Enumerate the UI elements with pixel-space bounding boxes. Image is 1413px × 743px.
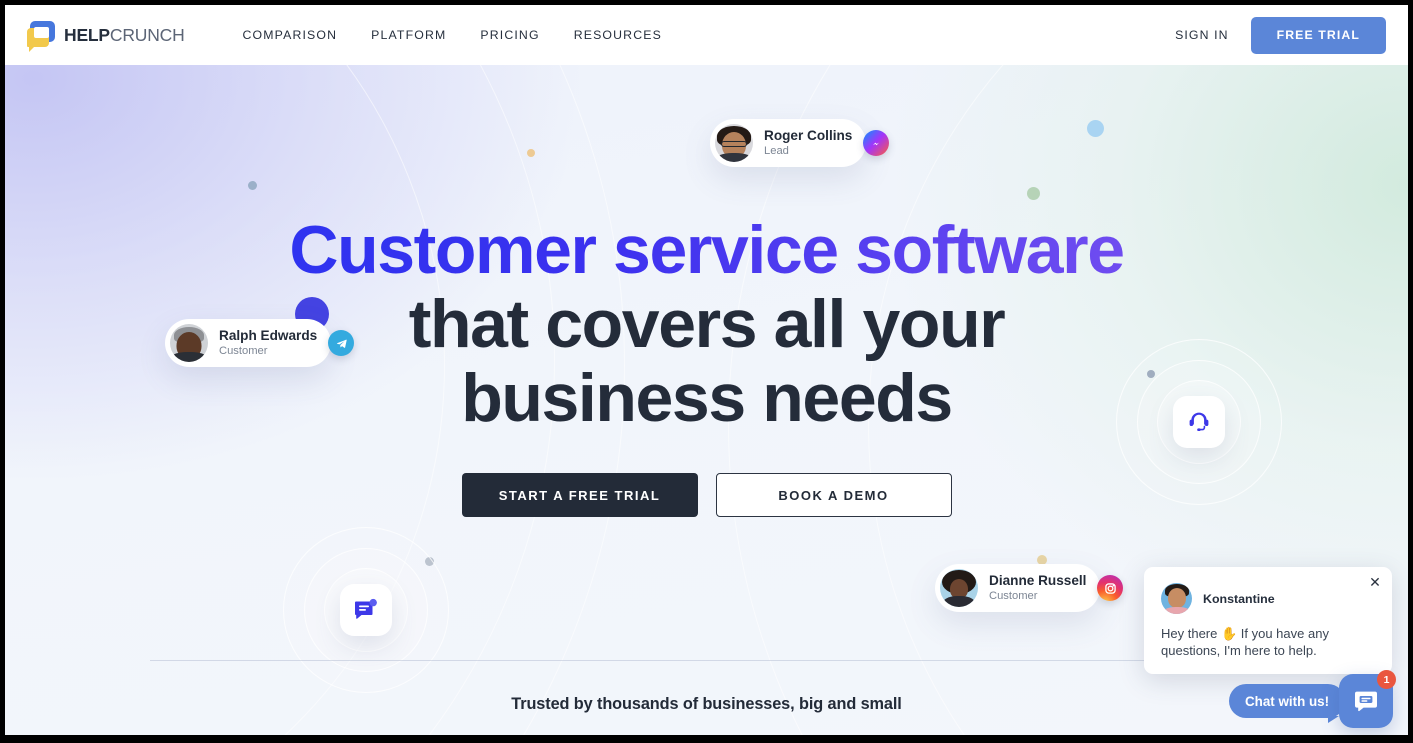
person-role: Customer bbox=[219, 345, 268, 357]
decorative-dot bbox=[1027, 187, 1040, 200]
messenger-icon bbox=[863, 130, 889, 156]
chat-agent-header: Konstantine bbox=[1161, 583, 1375, 614]
logo-wordmark: HELPCRUNCH bbox=[64, 25, 185, 46]
person-card-ralph-edwards[interactable]: Ralph Edwards Customer bbox=[165, 319, 332, 367]
helpcrunch-chat-logo-icon bbox=[27, 21, 55, 52]
person-info: Dianne Russell Customer bbox=[989, 573, 1086, 603]
person-info: Roger Collins Lead bbox=[764, 128, 852, 158]
chat-greeting-popup: ✕ Konstantine Hey there ✋ If you have an… bbox=[1144, 567, 1392, 674]
decorative-dot bbox=[1087, 120, 1104, 137]
site-header: HELPCRUNCH COMPARISON PLATFORM PRICING R… bbox=[5, 5, 1408, 65]
sign-in-link[interactable]: SIGN IN bbox=[1175, 28, 1228, 42]
messenger-glyph-icon bbox=[872, 142, 879, 145]
avatar-face bbox=[940, 569, 978, 607]
logo-word-crunch: CRUNCH bbox=[109, 24, 185, 45]
nav-item-comparison[interactable]: COMPARISON bbox=[243, 28, 338, 42]
hero-cta-row: START A FREE TRIAL BOOK A DEMO bbox=[5, 473, 1408, 517]
person-role: Lead bbox=[764, 145, 789, 157]
header-actions: SIGN IN FREE TRIAL bbox=[1175, 16, 1386, 54]
headset-support-icon bbox=[1189, 412, 1209, 431]
nav-item-resources[interactable]: RESOURCES bbox=[574, 28, 662, 42]
chat-with-us-bubble[interactable]: Chat with us! bbox=[1229, 684, 1346, 723]
avatar-face bbox=[170, 324, 208, 362]
person-card-roger-collins[interactable]: Roger Collins Lead bbox=[710, 119, 867, 167]
section-divider bbox=[150, 660, 1263, 661]
avatar bbox=[1161, 583, 1192, 614]
telegram-glyph-icon bbox=[336, 339, 347, 348]
decorative-arc bbox=[5, 65, 555, 735]
person-name: Dianne Russell bbox=[989, 573, 1087, 588]
decorative-dot bbox=[527, 149, 535, 157]
avatar bbox=[170, 324, 208, 362]
instagram-glyph-icon bbox=[1104, 582, 1116, 594]
avatar-face bbox=[1161, 583, 1192, 614]
start-free-trial-button[interactable]: START A FREE TRIAL bbox=[461, 473, 698, 517]
message-icon bbox=[355, 598, 377, 619]
headline-line-1: Customer service software bbox=[5, 213, 1408, 287]
avatar bbox=[940, 569, 978, 607]
primary-nav: COMPARISON PLATFORM PRICING RESOURCES bbox=[243, 28, 662, 42]
free-trial-button[interactable]: FREE TRIAL bbox=[1250, 16, 1386, 54]
page-root: HELPCRUNCH COMPARISON PLATFORM PRICING R… bbox=[0, 0, 1413, 743]
telegram-icon bbox=[328, 330, 354, 356]
person-info: Ralph Edwards Customer bbox=[219, 328, 317, 358]
trusted-text: Trusted by thousands of businesses, big … bbox=[511, 695, 902, 713]
person-name: Roger Collins bbox=[764, 128, 853, 143]
chat-agent-name: Konstantine bbox=[1203, 591, 1275, 606]
person-card-dianne-russell[interactable]: Dianne Russell Customer bbox=[935, 564, 1101, 612]
instagram-icon bbox=[1097, 575, 1123, 601]
message-icon-card bbox=[340, 584, 392, 636]
avatar-face bbox=[715, 124, 753, 162]
avatar bbox=[715, 124, 753, 162]
person-name: Ralph Edwards bbox=[219, 328, 318, 343]
decorative-dot bbox=[248, 181, 257, 190]
headset-support-icon-card bbox=[1173, 396, 1225, 448]
nav-item-platform[interactable]: PLATFORM bbox=[371, 28, 446, 42]
trusted-section: Trusted by thousands of businesses, big … bbox=[5, 695, 1408, 714]
chat-unread-badge: 1 bbox=[1377, 670, 1396, 689]
helpcrunch-logo[interactable]: HELPCRUNCH bbox=[27, 21, 185, 52]
book-a-demo-button[interactable]: BOOK A DEMO bbox=[715, 473, 952, 517]
logo-word-help: HELP bbox=[64, 24, 110, 45]
person-role: Customer bbox=[989, 590, 1038, 602]
nav-item-pricing[interactable]: PRICING bbox=[480, 28, 539, 42]
chat-bubble-icon bbox=[1355, 691, 1377, 712]
chat-greeting-message: Hey there ✋ If you have any questions, I… bbox=[1161, 626, 1329, 658]
close-icon[interactable]: ✕ bbox=[1367, 574, 1383, 590]
